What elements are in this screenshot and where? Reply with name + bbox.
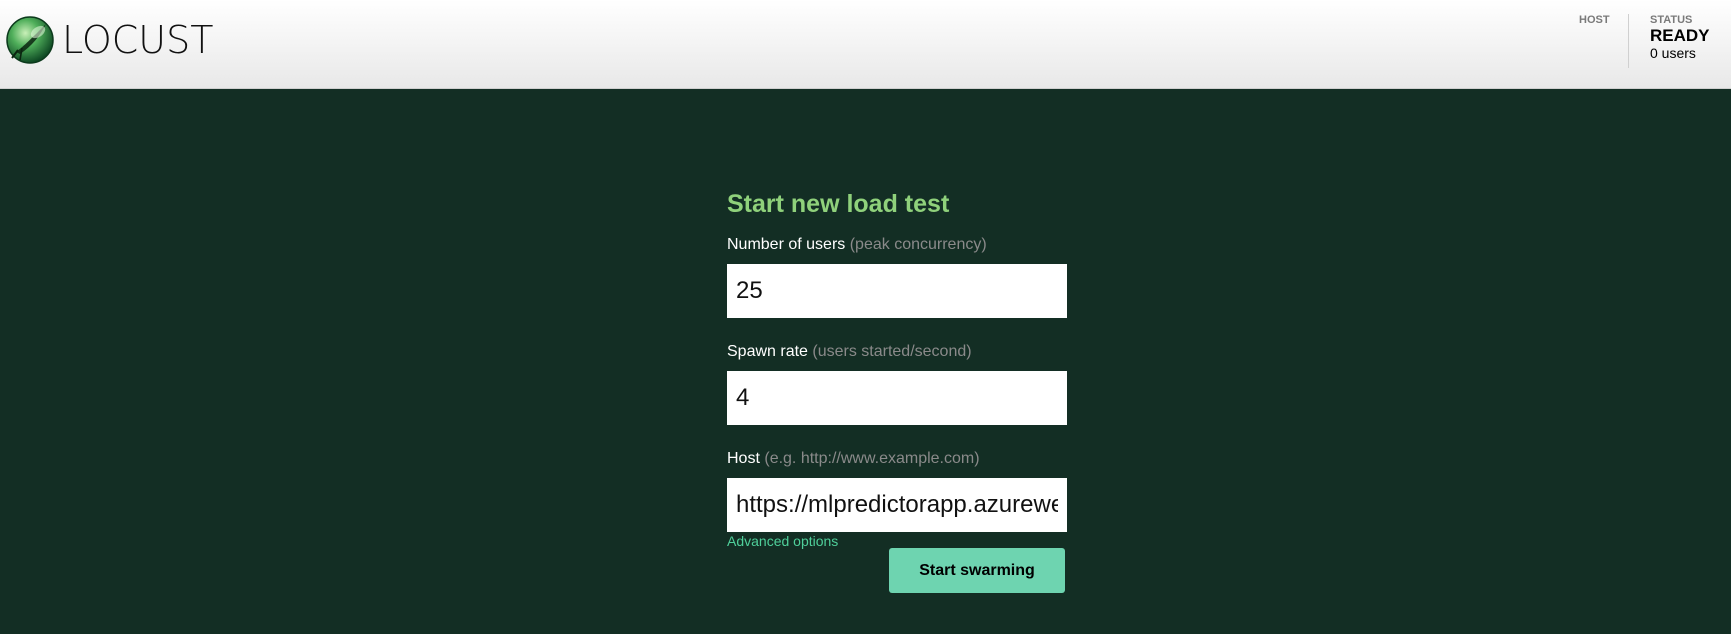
status-value: READY [1650, 26, 1710, 45]
start-swarming-button[interactable]: Start swarming [889, 548, 1065, 593]
users-input[interactable] [727, 264, 1067, 318]
host-hint: (e.g. http://www.example.com) [764, 450, 980, 467]
locust-logo-icon[interactable] [6, 16, 54, 64]
app-title: LOCUST [62, 18, 214, 62]
spawn-rate-label-text: Spawn rate [727, 343, 808, 360]
user-count: 0 users [1650, 45, 1696, 61]
host-label-text: Host [727, 450, 760, 467]
start-load-test-form: Start new load test Number of users (pea… [727, 186, 1067, 549]
users-label-text: Number of users [727, 236, 846, 253]
spawn-rate-input[interactable] [727, 371, 1067, 425]
top-navbar: LOCUST HOST STATUS READY 0 users [0, 0, 1731, 89]
host-field-label: Host (e.g. http://www.example.com) [727, 449, 1067, 469]
host-input[interactable] [727, 478, 1067, 532]
status-label: STATUS [1650, 14, 1693, 26]
users-hint: (peak concurrency) [849, 236, 987, 253]
spawn-rate-hint: (users started/second) [812, 343, 972, 360]
header-divider [1628, 14, 1629, 68]
users-field-label: Number of users (peak concurrency) [727, 235, 1067, 255]
advanced-options-link[interactable]: Advanced options [727, 533, 1067, 549]
host-label: HOST [1579, 14, 1610, 26]
spawn-rate-field-label: Spawn rate (users started/second) [727, 342, 1067, 362]
form-title: Start new load test [727, 190, 950, 218]
